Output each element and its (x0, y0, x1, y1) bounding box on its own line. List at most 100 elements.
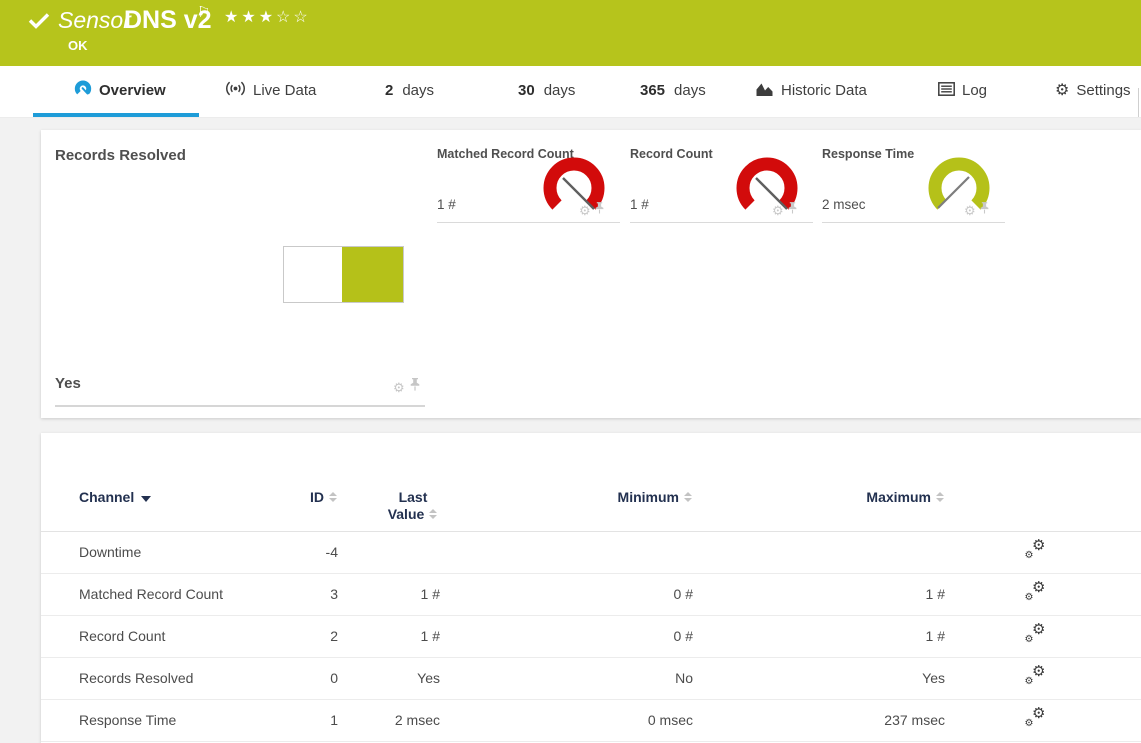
spacer-cell (1125, 657, 1141, 699)
table-row: Record Count 2 1 # 0 # 1 # ⚙⚙ (41, 615, 1141, 657)
channel-cell: Downtime (41, 531, 281, 573)
live-data-icon (225, 80, 246, 101)
gauge-title: Record Count (630, 147, 713, 161)
tab-number: 2 (385, 82, 393, 99)
minimum-cell: No (440, 657, 693, 699)
stars-filled[interactable]: ★★★ (224, 9, 276, 26)
spacer-cell (1125, 531, 1141, 573)
last-value-cell: 1 # (338, 615, 440, 657)
column-header-maximum[interactable]: Maximum (866, 489, 945, 505)
column-header-last-value[interactable]: Last Value (386, 489, 440, 523)
minimum-cell (440, 531, 693, 573)
channel-gear-icon[interactable]: ⚙ (964, 204, 976, 217)
channel-gear-icon[interactable]: ⚙ (393, 381, 405, 394)
column-header-id[interactable]: ID (310, 489, 338, 505)
gauge-value: 2 msec (822, 197, 866, 212)
featured-channel-title: Records Resolved (55, 147, 186, 164)
table-row: Response Time 1 2 msec 0 msec 237 msec ⚙… (41, 699, 1141, 741)
minigraph-green-fill (342, 247, 403, 302)
column-header-minimum[interactable]: Minimum (618, 489, 693, 505)
pin-icon[interactable] (788, 201, 797, 219)
tab-365-days[interactable]: 365 days (640, 66, 706, 115)
channel-table: Channel ID Last Value Minimum Maximum Do… (41, 479, 1141, 742)
favorite-flag-icon[interactable]: ⚐ (197, 3, 210, 21)
historic-data-icon (755, 81, 774, 101)
channel-settings-icon[interactable]: ⚙⚙ (1025, 667, 1046, 687)
tab-2-days[interactable]: 2 days (385, 66, 434, 115)
maximum-cell: 1 # (693, 573, 945, 615)
tab-bar: Overview Live Data 2 days 30 days 365 da… (0, 66, 1141, 118)
pin-icon[interactable] (595, 201, 604, 219)
status-badge: OK (68, 38, 88, 53)
tab-label: Historic Data (781, 82, 867, 99)
sensor-overview-page: Sensor DNS v2 ⚐ ★★★☆☆ OK Overview Live D… (0, 0, 1141, 743)
tab-label: Settings (1076, 82, 1130, 99)
priority-stars[interactable]: ★★★☆☆ (224, 7, 311, 27)
gauge-matched-record-count[interactable]: Matched Record Count 1 # ⚙ (437, 130, 620, 223)
log-icon (938, 82, 955, 100)
channel-settings-icon[interactable]: ⚙⚙ (1025, 541, 1046, 561)
gauge-value: 1 # (437, 197, 456, 212)
tab-log[interactable]: Log (938, 66, 987, 115)
maximum-cell: Yes (693, 657, 945, 699)
sort-icon (684, 492, 693, 502)
gauge-response-time[interactable]: Response Time 2 msec ⚙ (822, 130, 1005, 223)
channel-cell: Matched Record Count (41, 573, 281, 615)
stars-empty[interactable]: ☆☆ (276, 9, 311, 26)
maximum-cell (693, 531, 945, 573)
column-header-channel[interactable]: Channel (79, 489, 151, 505)
sort-icon (329, 492, 338, 502)
tab-label: days (402, 82, 434, 99)
sort-icon (429, 509, 438, 519)
featured-divider (55, 405, 425, 407)
object-kind-label: Sensor (58, 7, 131, 34)
tab-label: days (544, 82, 576, 99)
tab-label: days (674, 82, 706, 99)
tab-overview[interactable]: Overview (74, 66, 166, 115)
gauge-record-count[interactable]: Record Count 1 # ⚙ (630, 130, 813, 223)
tab-settings[interactable]: ⚙ Settings (1055, 66, 1131, 115)
channel-gear-icon[interactable]: ⚙ (772, 204, 784, 217)
tab-historic-data[interactable]: Historic Data (755, 66, 867, 115)
status-ok-check-icon (28, 12, 50, 34)
gauge-title: Response Time (822, 147, 914, 161)
last-value-cell: Yes (338, 657, 440, 699)
pin-icon[interactable] (410, 378, 420, 396)
tab-number: 30 (518, 82, 535, 99)
id-cell: 3 (281, 573, 338, 615)
table-row: Downtime -4 ⚙⚙ (41, 531, 1141, 573)
spacer-cell (1125, 699, 1141, 741)
sensor-header: Sensor DNS v2 ⚐ ★★★☆☆ OK (0, 0, 1141, 66)
tab-label: Overview (99, 82, 166, 99)
spacer-cell (1125, 615, 1141, 657)
maximum-cell: 1 # (693, 615, 945, 657)
table-row: Matched Record Count 3 1 # 0 # 1 # ⚙⚙ (41, 573, 1141, 615)
tab-live-data[interactable]: Live Data (225, 66, 316, 115)
sort-desc-icon (141, 496, 151, 502)
minimum-cell: 0 # (440, 615, 693, 657)
gauge-divider (822, 222, 1005, 223)
tab-label: Live Data (253, 82, 316, 99)
tab-label: Log (962, 82, 987, 99)
id-cell: -4 (281, 531, 338, 573)
channel-settings-icon[interactable]: ⚙⚙ (1025, 709, 1046, 729)
tab-30-days[interactable]: 30 days (518, 66, 575, 115)
channel-settings-icon[interactable]: ⚙⚙ (1025, 583, 1046, 603)
pin-icon[interactable] (980, 201, 989, 219)
channel-gear-icon[interactable]: ⚙ (579, 204, 591, 217)
last-value-cell: 2 msec (338, 699, 440, 741)
active-tab-indicator (33, 113, 199, 117)
table-row: Records Resolved 0 Yes No Yes ⚙⚙ (41, 657, 1141, 699)
channel-cell: Record Count (41, 615, 281, 657)
gauge-divider (630, 222, 813, 223)
channel-table-panel: Channel ID Last Value Minimum Maximum Do… (41, 433, 1141, 743)
channel-settings-icon[interactable]: ⚙⚙ (1025, 625, 1046, 645)
last-value-cell (338, 531, 440, 573)
last-value-cell: 1 # (338, 573, 440, 615)
id-cell: 1 (281, 699, 338, 741)
maximum-cell: 237 msec (693, 699, 945, 741)
channel-cell: Records Resolved (41, 657, 281, 699)
featured-channel-minigraph (283, 246, 404, 303)
channel-table-body: Downtime -4 ⚙⚙ Matched Record Count 3 1 … (41, 531, 1141, 741)
tab-bar-edge-divider (1138, 88, 1139, 117)
